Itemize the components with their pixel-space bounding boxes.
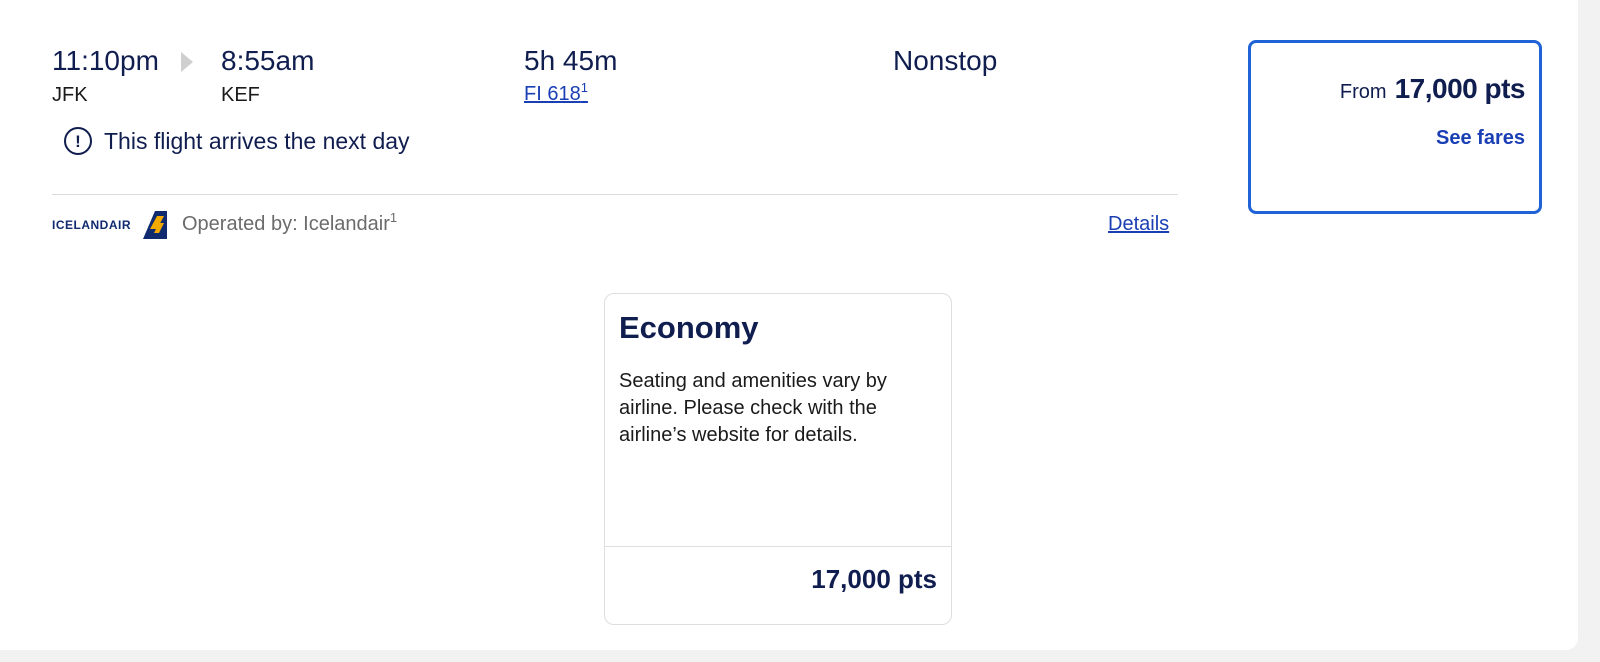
flight-duration: 5h 45m xyxy=(524,45,618,76)
airline-tail-icon xyxy=(143,211,167,239)
icelandair-logo: ICELANDAIR xyxy=(52,211,168,239)
fare-price: 17,000 pts xyxy=(811,564,937,594)
flight-result-card: 11:10pm JFK 8:55am KEF 5h 45m FI 6181 No… xyxy=(0,0,1578,650)
operated-by-footnote: 1 xyxy=(389,210,398,225)
departure-time: 11:10pm xyxy=(52,45,159,76)
flight-number-link[interactable]: FI 6181 xyxy=(524,80,588,106)
departure-airport-code: JFK xyxy=(52,84,88,106)
arrival-time: 8:55am xyxy=(221,45,315,76)
stops-label: Nonstop xyxy=(893,45,998,76)
info-icon: ! xyxy=(64,127,92,155)
from-label: From xyxy=(1339,81,1387,103)
next-day-notice-text: This flight arrives the next day xyxy=(104,128,410,154)
arrival-airport-code: KEF xyxy=(221,84,260,106)
economy-fare-card[interactable]: Economy Seating and amenities vary by ai… xyxy=(604,293,952,625)
from-price-row: From 17,000 pts xyxy=(1339,73,1526,105)
arrow-right-icon xyxy=(181,52,193,72)
fare-divider xyxy=(605,546,951,547)
divider xyxy=(52,194,1178,195)
flight-number-text: FI 618 xyxy=(524,83,581,105)
operated-by-text: Operated by: Icelandair1 xyxy=(182,210,398,236)
flight-number-footnote: 1 xyxy=(580,80,588,95)
fare-title: Economy xyxy=(619,310,759,345)
from-price: 17,000 pts xyxy=(1394,73,1526,104)
see-fares-price-box[interactable]: From 17,000 pts See fares xyxy=(1248,40,1542,214)
operated-by-label: Operated by: Icelandair xyxy=(182,213,390,235)
airline-logo-text: ICELANDAIR xyxy=(52,218,131,232)
details-link[interactable]: Details xyxy=(1108,212,1169,236)
next-day-notice: ! This flight arrives the next day xyxy=(64,127,410,155)
fare-description: Seating and amenities vary by airline. P… xyxy=(619,370,887,446)
see-fares-button[interactable]: See fares xyxy=(1436,127,1525,150)
